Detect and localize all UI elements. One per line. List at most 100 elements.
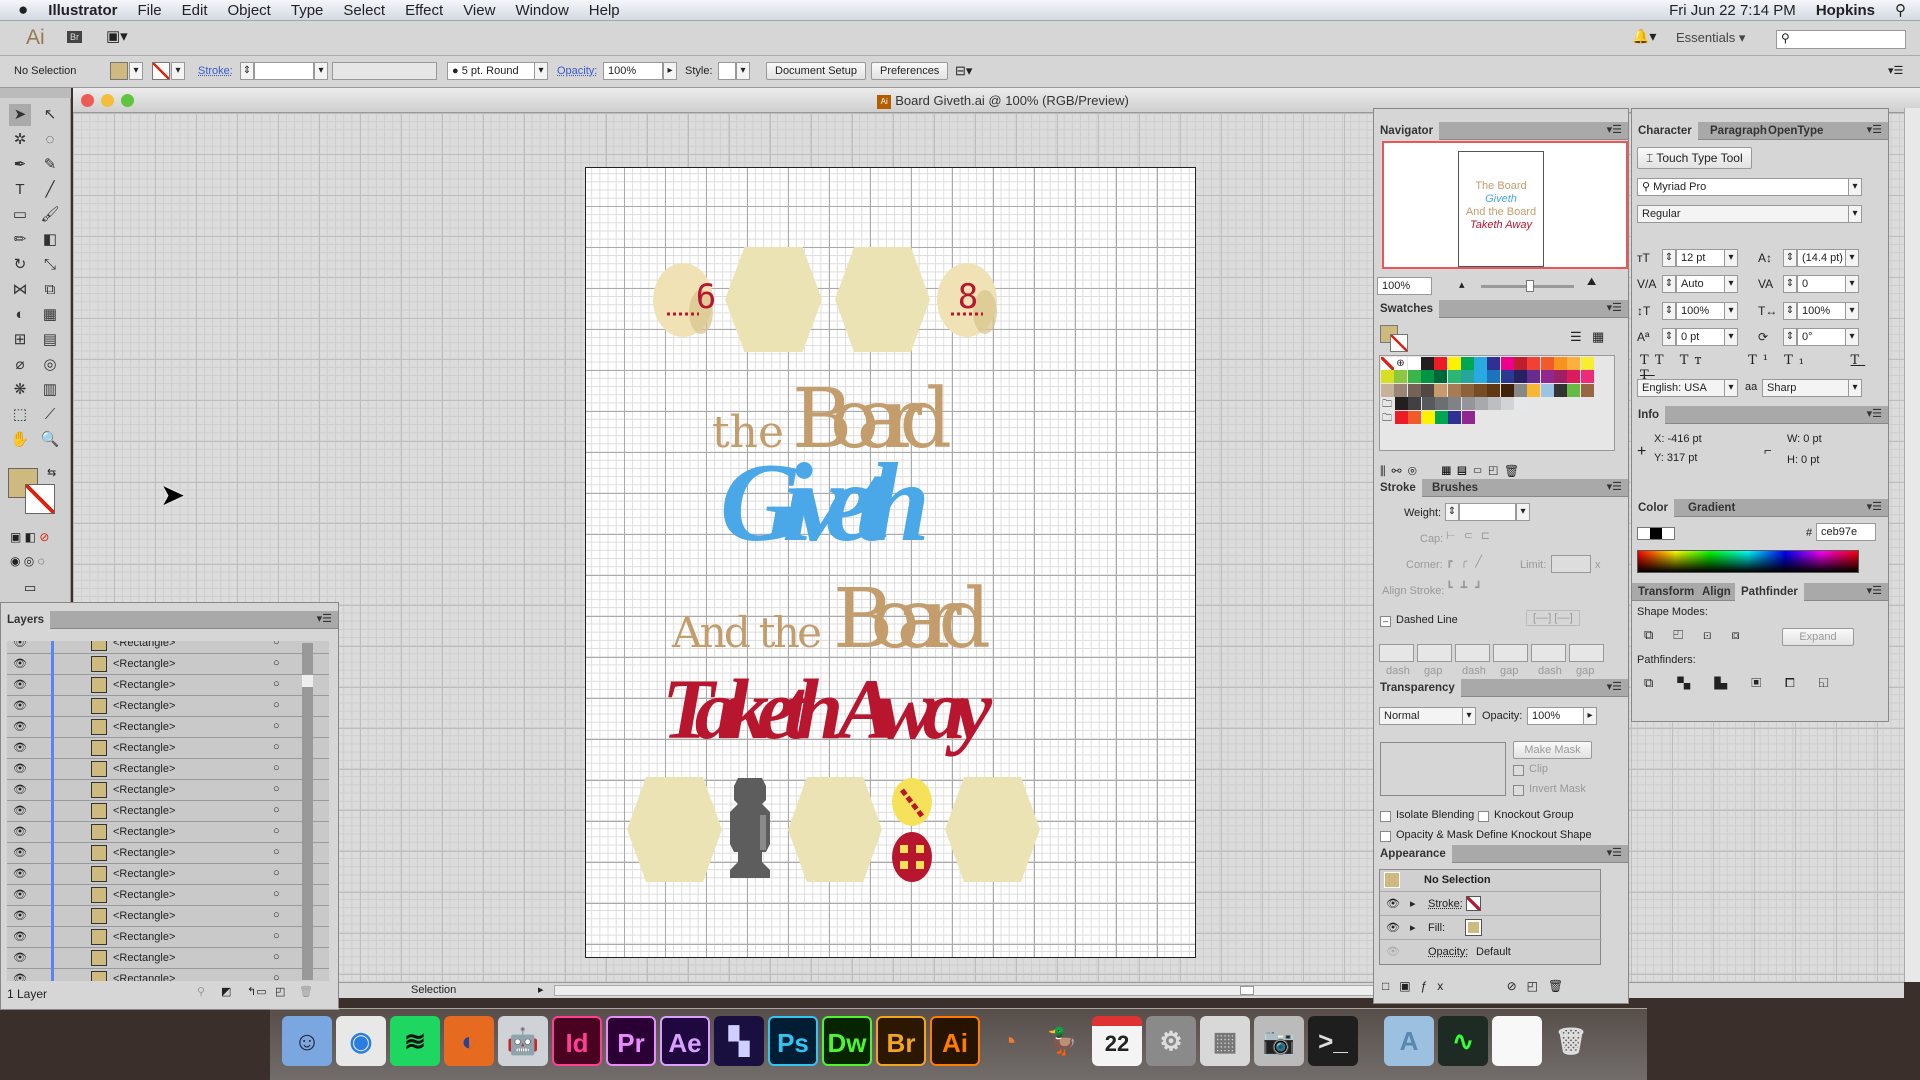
dock-blender-icon[interactable]: ◔ xyxy=(984,1016,1034,1066)
menu-help[interactable]: Help xyxy=(579,2,630,19)
appearance-fill-swatch[interactable] xyxy=(1465,919,1482,936)
dock-system-preferences-icon[interactable]: ⚙ xyxy=(1146,1016,1196,1066)
character-menu-icon[interactable]: ▾☰ xyxy=(1867,123,1882,136)
touch-type-tool-button[interactable]: ⌶ Touch Type Tool xyxy=(1637,147,1752,169)
zoom-in-icon[interactable]: ⛰ xyxy=(1587,276,1596,289)
column-graph-tool-icon[interactable]: ▥ xyxy=(39,379,61,401)
tab-brushes[interactable]: Brushes xyxy=(1426,479,1484,497)
eyedropper-tool-icon[interactable]: ⌀ xyxy=(9,354,31,376)
direct-selection-tool-icon[interactable]: ↖ xyxy=(39,104,61,126)
target-circle-icon[interactable]: ○ xyxy=(273,720,280,732)
leading-stepper[interactable]: ⇕ xyxy=(1783,249,1797,267)
target-circle-icon[interactable]: ○ xyxy=(273,930,280,942)
color-swatch[interactable] xyxy=(1381,383,1394,397)
appearance-opacity-link[interactable]: Opacity: xyxy=(1428,946,1468,958)
opacity-slider-button[interactable]: ▸ xyxy=(663,62,677,80)
color-swatch[interactable] xyxy=(1394,370,1408,384)
artboard-tool-icon[interactable]: ⬚ xyxy=(9,404,31,426)
visibility-eye-icon[interactable]: 👁 xyxy=(13,972,27,981)
layers-scroll-thumb[interactable] xyxy=(302,675,313,687)
horizontal-scale-dropdown[interactable]: ▾ xyxy=(1845,302,1859,320)
cap-buttons[interactable]: ⊢⊂⊏ xyxy=(1446,529,1498,542)
layer-row[interactable]: 👁 <Rectangle> ○ xyxy=(7,654,329,675)
stroke-swatch[interactable] xyxy=(152,62,170,80)
layer-name[interactable]: <Rectangle> xyxy=(113,952,175,964)
corner-buttons[interactable]: ┏╭╱ xyxy=(1446,555,1490,568)
vertical-scrollbar[interactable] xyxy=(1904,108,1920,982)
transparency-opacity-slider[interactable]: ▸ xyxy=(1583,707,1597,725)
baseline-shift-field[interactable]: 0 pt xyxy=(1676,328,1728,346)
layer-name[interactable]: <Rectangle> xyxy=(113,847,175,859)
width-tool-icon[interactable]: ⋈ xyxy=(9,279,31,301)
character-rotation-stepper[interactable]: ⇕ xyxy=(1783,328,1797,346)
target-circle-icon[interactable]: ○ xyxy=(273,972,280,981)
expand-button[interactable]: Expand xyxy=(1782,628,1854,646)
color-swatch[interactable] xyxy=(1527,370,1541,384)
appearance-stroke-link[interactable]: Stroke: xyxy=(1428,898,1463,910)
color-swatch[interactable] xyxy=(1553,383,1567,397)
layer-name[interactable]: <Rectangle> xyxy=(113,910,175,922)
dock-firefox-icon[interactable]: ◐ xyxy=(444,1016,494,1066)
color-swatch[interactable] xyxy=(1514,370,1527,384)
transparency-opacity-field[interactable]: 100% xyxy=(1527,707,1584,725)
color-swatch[interactable] xyxy=(1580,383,1594,397)
opacity-panel-link[interactable]: Opacity: xyxy=(557,65,597,77)
color-swatch[interactable] xyxy=(1500,357,1514,370)
color-swatch[interactable] xyxy=(1500,370,1514,384)
gray-swatch[interactable] xyxy=(1395,397,1408,410)
layer-name[interactable]: <Rectangle> xyxy=(113,784,175,796)
color-swatch[interactable] xyxy=(1580,370,1594,384)
horizontal-scale-field[interactable]: 100% xyxy=(1797,302,1849,320)
weight-field[interactable] xyxy=(1459,503,1516,521)
fill-dropdown[interactable]: ▾ xyxy=(129,62,143,80)
color-swatch[interactable] xyxy=(1381,370,1394,384)
leading-dropdown[interactable]: ▾ xyxy=(1845,249,1859,267)
bright-swatch[interactable] xyxy=(1395,411,1408,424)
menu-file[interactable]: File xyxy=(127,2,171,19)
tab-align[interactable]: Align xyxy=(1696,583,1737,601)
layer-name[interactable]: <Rectangle> xyxy=(113,889,175,901)
limit-field[interactable] xyxy=(1551,555,1591,573)
pathfinder-menu-icon[interactable]: ▾☰ xyxy=(1867,584,1882,597)
blend-mode-dropdown[interactable]: ▾ xyxy=(1462,707,1476,725)
color-swatch[interactable] xyxy=(1487,383,1501,397)
line-tool-icon[interactable]: ╱ xyxy=(39,179,61,201)
zoom-window-button[interactable] xyxy=(121,94,134,107)
dock-premiere-icon[interactable]: Pr xyxy=(606,1016,656,1066)
appearance-fill-row[interactable]: 👁 ▸ Fill: xyxy=(1380,915,1602,939)
tab-color[interactable]: Color xyxy=(1632,499,1675,517)
tab-opentype[interactable]: OpenType xyxy=(1762,122,1829,140)
menu-edit[interactable]: Edit xyxy=(172,2,218,19)
layer-row[interactable]: 👁 <Rectangle> ○ xyxy=(7,969,329,981)
lasso-tool-icon[interactable]: ◌ xyxy=(39,129,61,151)
swatches-stroke-indicator[interactable] xyxy=(1390,334,1408,352)
paintbrush-tool-icon[interactable]: 🖌 xyxy=(39,204,61,226)
target-circle-icon[interactable]: ○ xyxy=(273,888,280,900)
bright-swatch[interactable] xyxy=(1461,411,1475,424)
fill-swatch[interactable] xyxy=(110,62,128,80)
layer-row[interactable]: 👁 <Rectangle> ○ xyxy=(7,927,329,948)
swatches-menu-icon[interactable]: ▾☰ xyxy=(1607,301,1622,314)
workspace-switcher[interactable]: Essentials ▾ xyxy=(1676,30,1745,46)
close-window-button[interactable] xyxy=(81,94,94,107)
visibility-eye-icon[interactable]: 👁 xyxy=(13,641,27,649)
color-swatch[interactable] xyxy=(1474,383,1488,397)
arrange-documents-icon[interactable]: ▣▾ xyxy=(106,27,128,45)
gray-swatch[interactable] xyxy=(1514,397,1528,410)
expand-fill-icon[interactable]: ▸ xyxy=(1410,921,1416,934)
graphic-style-dropdown[interactable]: ▾ xyxy=(736,62,750,80)
zoom-tool-icon[interactable]: 🔍 xyxy=(39,429,61,451)
rectangle-tool-icon[interactable]: ▭ xyxy=(9,204,31,226)
tools-panel-grip[interactable] xyxy=(0,88,71,98)
visibility-eye-icon[interactable]: 👁 xyxy=(13,951,27,964)
transparency-menu-icon[interactable]: ▾☰ xyxy=(1607,680,1622,693)
layer-name[interactable]: <Rectangle> xyxy=(113,679,175,691)
color-swatch[interactable] xyxy=(1447,357,1461,370)
zoom-slider-thumb[interactable] xyxy=(1526,280,1534,292)
baseline-shift-dropdown[interactable]: ▾ xyxy=(1724,328,1738,346)
horizontal-scroll-thumb[interactable] xyxy=(1240,986,1254,995)
tab-appearance[interactable]: Appearance xyxy=(1374,845,1452,863)
tab-pathfinder[interactable]: Pathfinder xyxy=(1735,583,1804,601)
font-style-field[interactable]: Regular xyxy=(1637,205,1855,223)
visibility-eye-icon[interactable]: 👁 xyxy=(13,888,27,901)
